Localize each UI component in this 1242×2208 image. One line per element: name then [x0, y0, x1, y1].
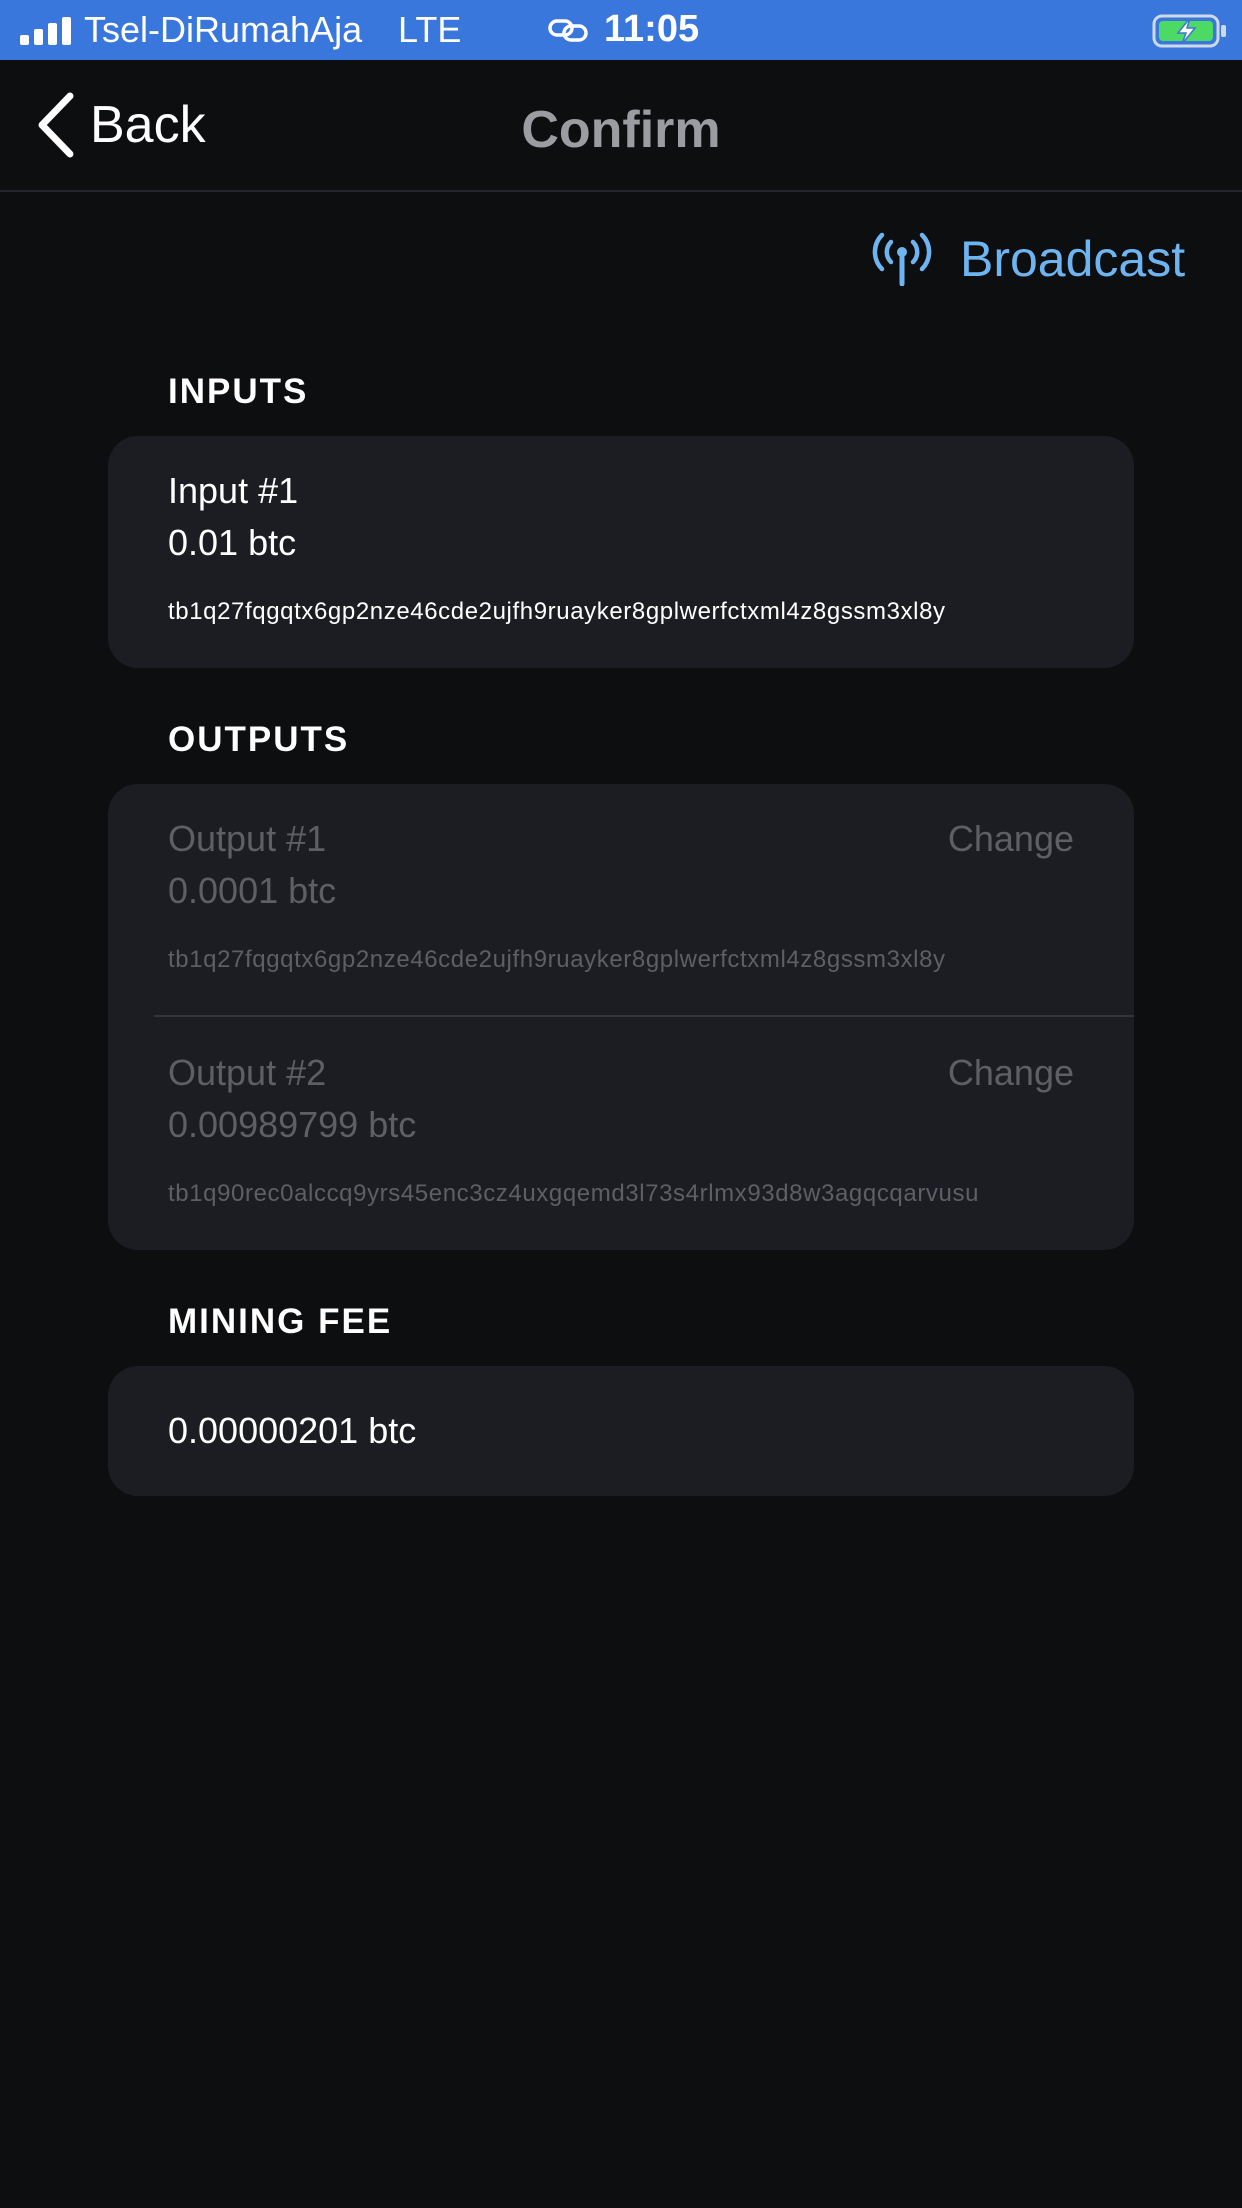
- network-type: LTE: [398, 9, 462, 50]
- input-amount: 0.01 btc: [168, 522, 297, 563]
- input-address: tb1q27fqgqtx6gp2nze46cde2ujfh9ruayker8gp…: [168, 598, 946, 625]
- page-title: Confirm: [521, 101, 721, 159]
- outputs-section-title: OUTPUTS: [168, 720, 350, 759]
- carrier-name: Tsel-DiRumahAja: [84, 9, 363, 50]
- inputs-card: Input #1 0.01 btc tb1q27fqgqtx6gp2nze46c…: [108, 436, 1134, 668]
- link-icon: [548, 19, 588, 42]
- output-divider: [154, 1015, 1134, 1017]
- output-1-address: tb1q27fqgqtx6gp2nze46cde2ujfh9ruayker8gp…: [168, 946, 946, 973]
- output-2-title: Output #2: [168, 1052, 327, 1093]
- mining-fee-card: 0.00000201 btc: [108, 1366, 1134, 1496]
- mining-fee-section-title: MINING FEE: [168, 1302, 393, 1341]
- output-2-address: tb1q90rec0alccq9yrs45enc3cz4uxgqemd3l73s…: [168, 1180, 980, 1207]
- output-1-change-label: Change: [947, 818, 1074, 859]
- broadcast-label: Broadcast: [960, 231, 1186, 287]
- broadcast-button[interactable]: Broadcast: [872, 226, 1185, 292]
- navigation-bar: Back Confirm: [0, 60, 1242, 192]
- input-title: Input #1: [168, 470, 299, 511]
- mining-fee-amount: 0.00000201 btc: [168, 1410, 417, 1451]
- output-2-change-label: Change: [947, 1052, 1074, 1093]
- output-2-amount: 0.00989799 btc: [168, 1104, 417, 1145]
- battery-charging-icon: [1152, 14, 1226, 48]
- outputs-card: Output #1 Change 0.0001 btc tb1q27fqgqtx…: [108, 784, 1134, 1250]
- inputs-section-title: INPUTS: [168, 372, 309, 411]
- signal-bars-icon: [20, 17, 71, 45]
- output-1-title: Output #1: [168, 818, 327, 859]
- status-bar: Tsel-DiRumahAja LTE 11:05: [0, 0, 1242, 60]
- status-time: 11:05: [604, 8, 700, 50]
- output-1-amount: 0.0001 btc: [168, 870, 337, 911]
- antenna-icon: [872, 232, 932, 286]
